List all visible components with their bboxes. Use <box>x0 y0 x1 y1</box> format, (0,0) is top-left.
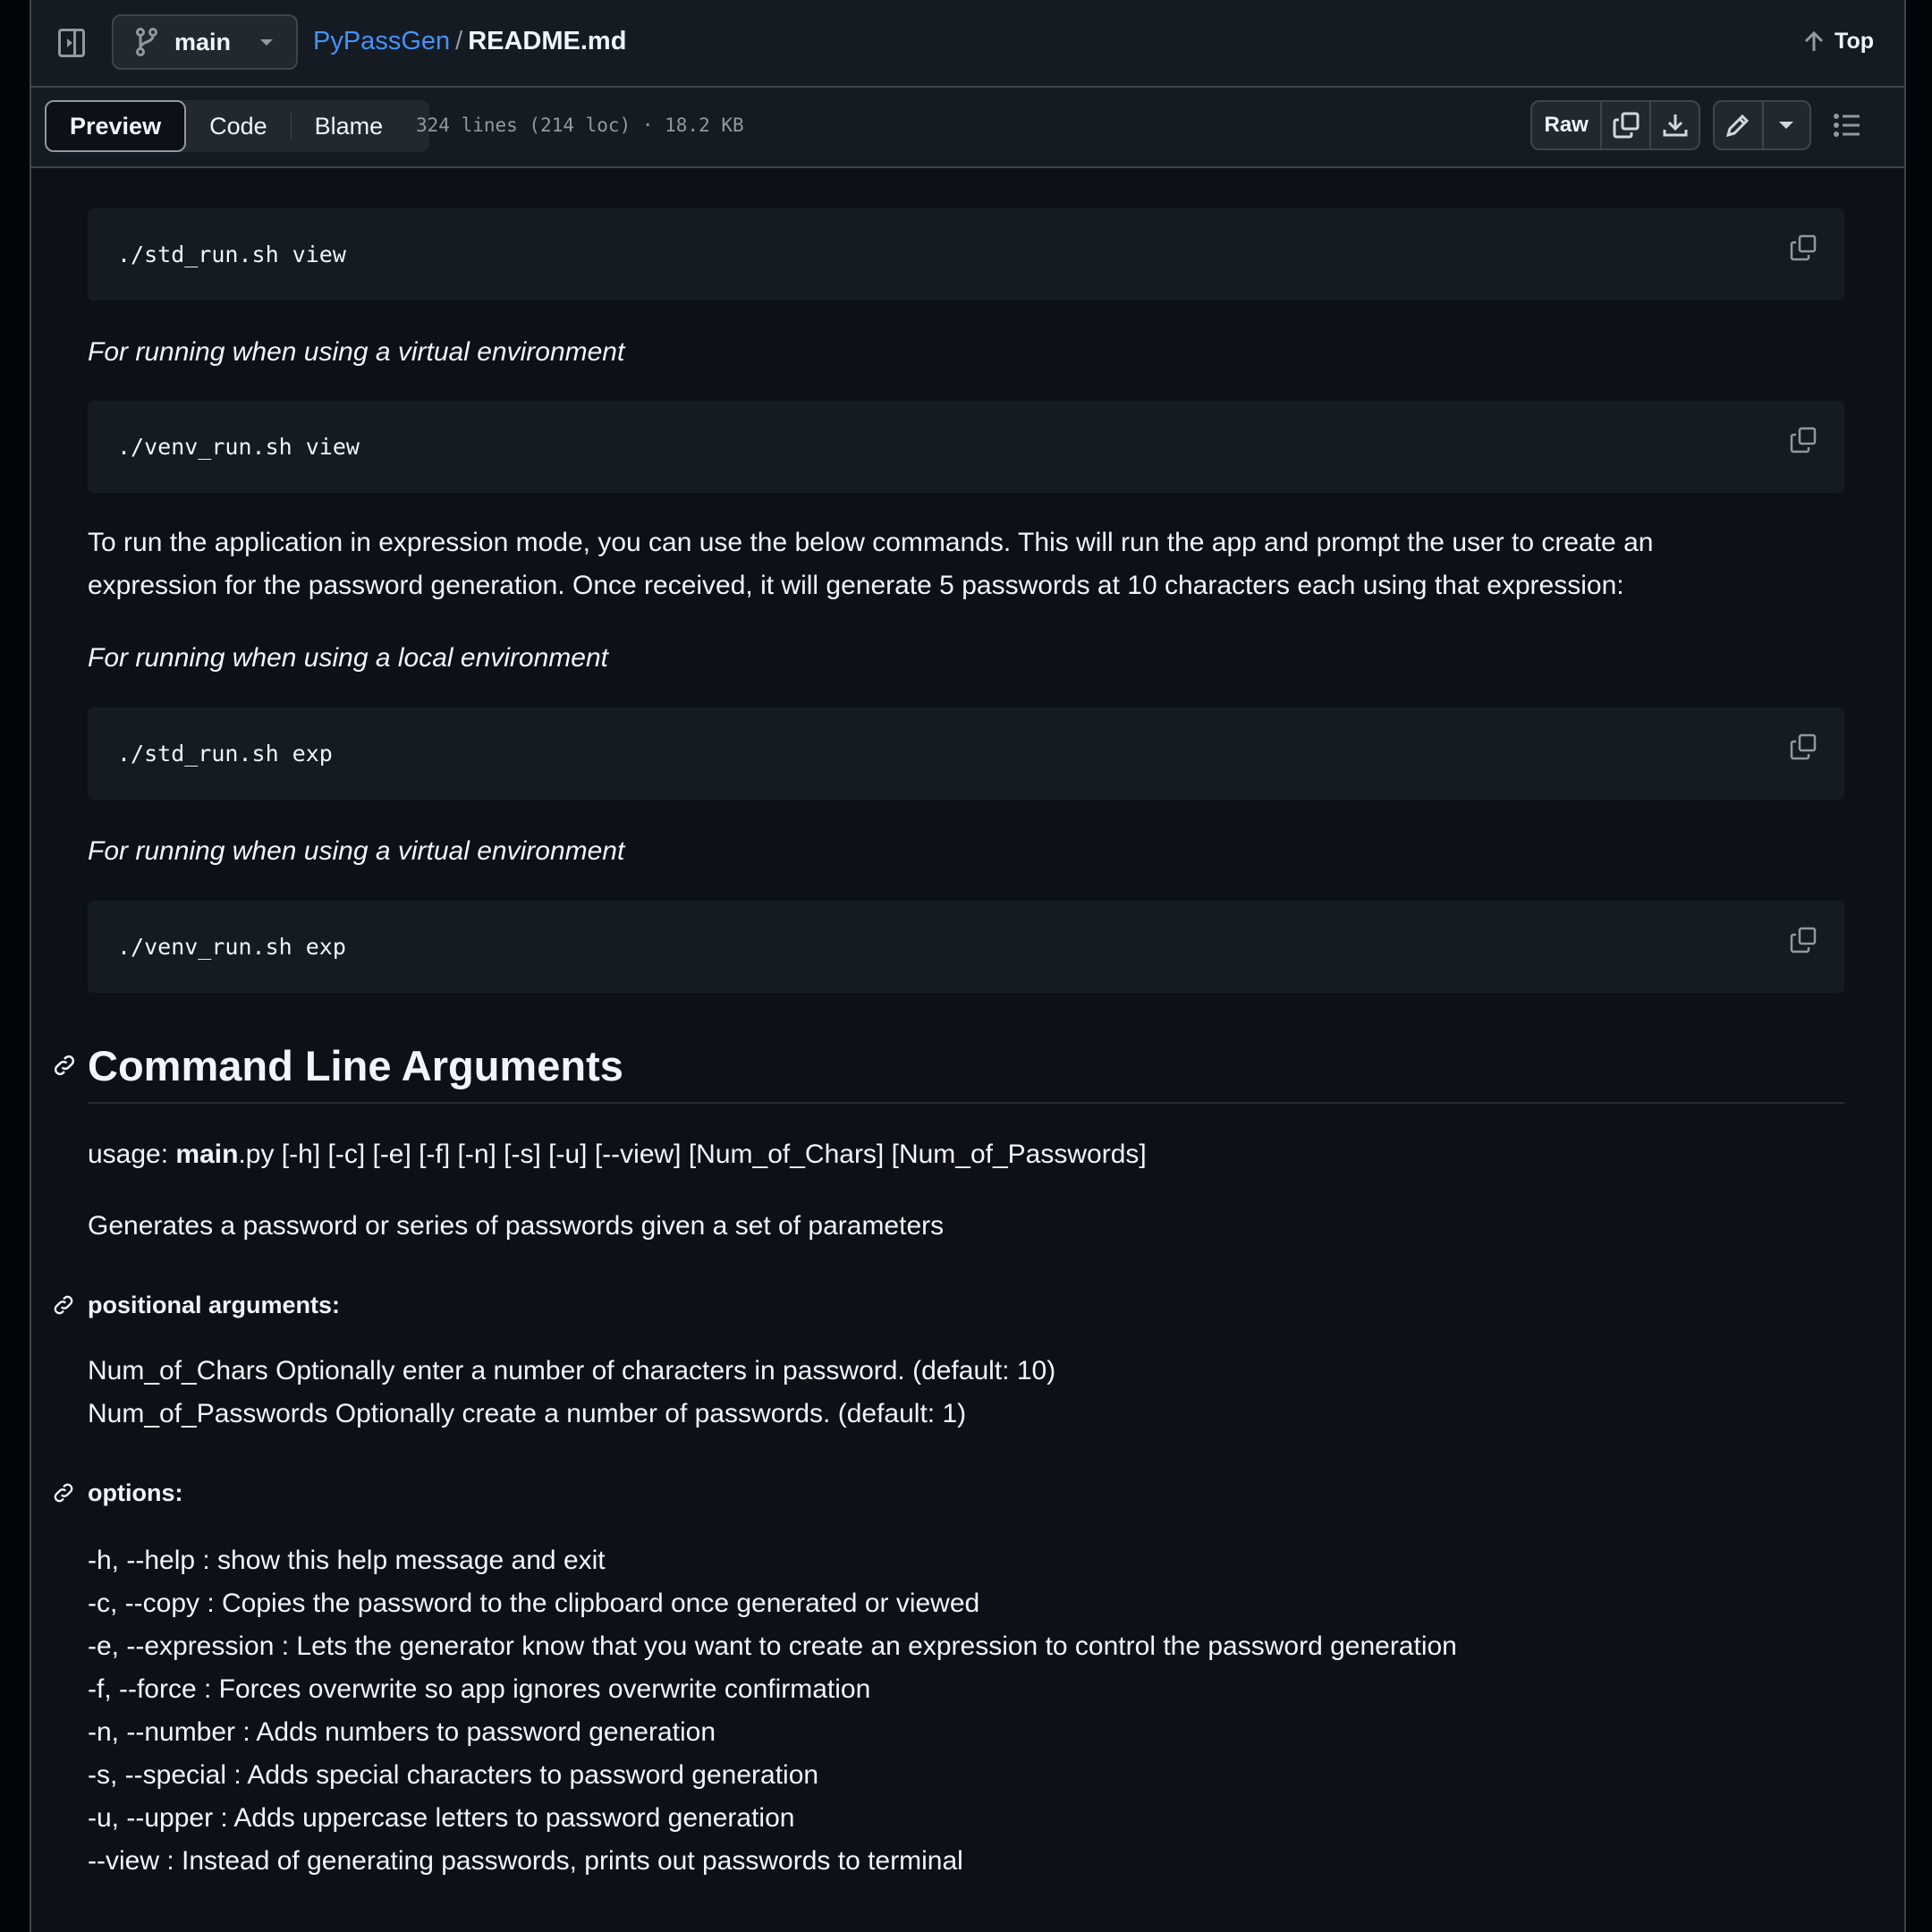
positional-heading: positional arguments: <box>88 1292 341 1318</box>
code-block: ./venv_run.sh exp <box>88 901 1844 993</box>
positional-arg: Num_of_Passwords Optionally create a num… <box>88 1399 967 1428</box>
caret-down-icon <box>1779 122 1794 129</box>
usage-bold: main <box>175 1140 239 1169</box>
breadcrumb: PyPassGen / README.md <box>313 27 626 56</box>
top-label: Top <box>1835 29 1874 54</box>
tab-blame[interactable]: Blame <box>292 100 407 152</box>
file-toolbar: Preview Code Blame 324 lines (214 loc) ·… <box>31 88 1904 168</box>
arrow-up-icon <box>1804 30 1824 51</box>
tab-code[interactable]: Code <box>186 100 291 152</box>
copy-code-button[interactable] <box>1789 426 1818 459</box>
copy-raw-button[interactable] <box>1602 102 1652 148</box>
raw-button[interactable]: Raw <box>1532 102 1603 148</box>
paragraph-line: To run the application in expression mod… <box>88 528 1654 557</box>
tab-preview[interactable]: Preview <box>45 100 187 152</box>
option-item: -u, --upper : Adds uppercase letters to … <box>88 1803 795 1833</box>
note-text: For running when using a virtual environ… <box>88 836 625 866</box>
usage-prefix: usage: <box>88 1140 176 1169</box>
markdown-body: ./std_run.sh view For running when using… <box>31 168 1904 1932</box>
code-block: ./venv_run.sh view <box>88 401 1844 493</box>
option-item: -n, --number : Adds numbers to password … <box>88 1717 716 1747</box>
edit-actions-group <box>1713 100 1811 150</box>
option-item: -h, --help : show this help message and … <box>88 1546 606 1575</box>
branch-selector[interactable]: main <box>112 14 298 70</box>
option-item: -e, --expression : Lets the generator kn… <box>88 1631 1457 1661</box>
back-to-top-button[interactable]: Top <box>1804 29 1874 55</box>
option-item: -s, --special : Adds special characters … <box>88 1760 819 1790</box>
file-viewer: main PyPassGen / README.md Top Preview Cod… <box>30 0 1906 1932</box>
section-heading: Command Line Arguments <box>88 1042 623 1089</box>
note-text: For running when using a virtual environ… <box>88 337 625 367</box>
positional-arg: Num_of_Chars Optionally enter a number o… <box>88 1356 1056 1385</box>
git-branch-icon <box>136 28 157 56</box>
description-text: Generates a password or series of passwo… <box>88 1211 945 1241</box>
pencil-icon <box>1726 114 1750 138</box>
copy-icon <box>1790 427 1817 453</box>
file-name: README.md <box>468 27 627 55</box>
branch-name: main <box>174 28 232 55</box>
note-text: For running when using a local environme… <box>88 643 608 673</box>
option-item: --view : Instead of generating passwords… <box>88 1846 963 1876</box>
option-item: -c, --copy : Copies the password to the … <box>88 1589 980 1618</box>
link-icon <box>54 1055 75 1076</box>
edit-options-dropdown[interactable] <box>1764 102 1809 148</box>
repo-link[interactable]: PyPassGen <box>313 27 450 55</box>
options-heading: options: <box>88 1479 183 1506</box>
heading-anchor-link[interactable] <box>51 1480 76 1510</box>
expand-sidebar-icon[interactable] <box>58 29 85 57</box>
usage-args: .py [-h] [-c] [-e] [-f] [-n] [-s] [-u] [… <box>238 1140 1147 1169</box>
copy-icon <box>1790 733 1817 760</box>
copy-code-button[interactable] <box>1789 926 1818 959</box>
code-text: ./std_run.sh exp <box>117 741 333 767</box>
option-item: -f, --force : Forces overwrite so app ig… <box>88 1674 871 1704</box>
copy-code-button[interactable] <box>1789 233 1818 267</box>
list-unordered-icon <box>1834 114 1860 137</box>
code-text: ./std_run.sh view <box>117 242 346 267</box>
edit-button[interactable] <box>1715 102 1764 148</box>
code-text: ./venv_run.sh view <box>117 434 360 460</box>
copy-code-button[interactable] <box>1789 733 1818 766</box>
raw-actions-group: Raw <box>1530 100 1700 150</box>
code-text: ./venv_run.sh exp <box>117 934 346 960</box>
paragraph-line: expression for the password generation. … <box>88 571 1624 600</box>
copy-icon <box>1790 927 1817 953</box>
copy-icon <box>1790 234 1817 261</box>
heading-divider <box>88 1102 1844 1104</box>
chevron-down-icon <box>260 38 273 46</box>
usage-line: usage: main.py [-h] [-c] [-e] [-f] [-n] … <box>88 1133 1147 1176</box>
heading-anchor-link[interactable] <box>51 1052 78 1083</box>
download-icon <box>1663 114 1688 137</box>
link-icon <box>54 1295 73 1315</box>
breadcrumb-separator: / <box>455 27 463 55</box>
copy-icon <box>1613 112 1640 139</box>
code-block: ./std_run.sh exp <box>88 708 1844 800</box>
view-mode-tabs: Preview Code Blame <box>45 100 429 152</box>
file-header: main PyPassGen / README.md Top <box>31 0 1904 88</box>
code-block: ./std_run.sh view <box>88 208 1844 301</box>
file-meta: 324 lines (214 loc) · 18.2 KB <box>416 114 744 136</box>
heading-anchor-link[interactable] <box>51 1292 76 1322</box>
download-button[interactable] <box>1651 102 1699 148</box>
link-icon <box>54 1483 73 1503</box>
outline-button[interactable] <box>1834 113 1860 142</box>
